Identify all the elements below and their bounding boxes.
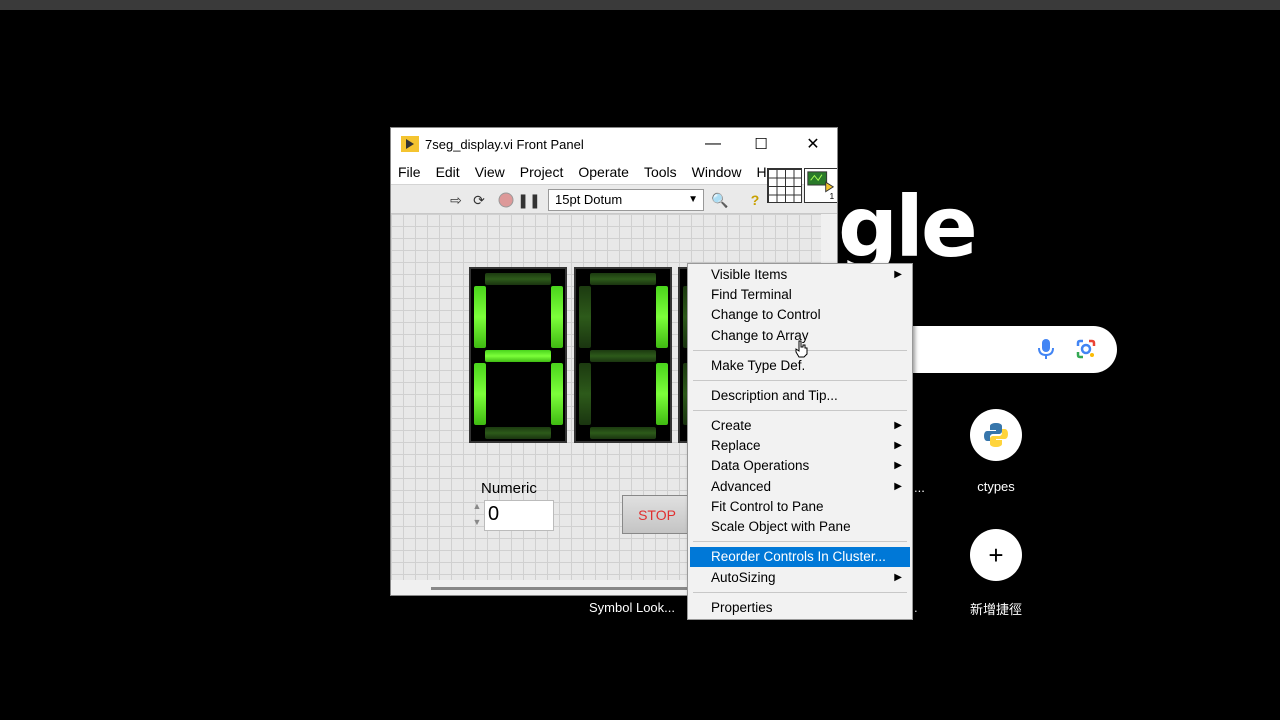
menu-item-scale-object-with-pane[interactable]: Scale Object with Pane [690, 517, 910, 537]
segment-b [551, 286, 563, 348]
menu-item-reorder-controls-in-cluster[interactable]: Reorder Controls In Cluster... [690, 547, 910, 567]
menu-item-autosizing[interactable]: AutoSizing ▶ [690, 568, 910, 588]
svg-text:1: 1 [829, 191, 834, 201]
minimize-button[interactable]: — [689, 128, 737, 160]
segment-a [590, 273, 656, 285]
run-continuously-icon[interactable]: ⟳ [470, 191, 488, 209]
search-icon[interactable]: 🔍 [711, 191, 729, 209]
close-button[interactable]: ✕ [789, 128, 837, 160]
google-lens-icon[interactable] [1075, 338, 1097, 360]
run-arrow-icon[interactable]: ⇨ [447, 191, 465, 209]
segment-e [474, 363, 486, 425]
menu-project[interactable]: Project [520, 164, 564, 180]
window-title: 7seg_display.vi Front Panel [425, 136, 584, 152]
numeric-spinner[interactable]: ▲ ▼ [471, 498, 483, 534]
submenu-arrow-icon: ▶ [894, 420, 902, 431]
menu-item-properties[interactable]: Properties [690, 598, 910, 618]
stop-button[interactable]: STOP [622, 495, 692, 534]
font-select-value: 15pt Dotum [555, 192, 623, 207]
shortcut-label: 新增捷徑 [969, 602, 1022, 617]
hand-cursor-icon [795, 340, 808, 358]
font-select[interactable]: 15pt Dotum ▼ [548, 189, 704, 211]
submenu-arrow-icon: ▶ [894, 440, 902, 451]
connector-pane-icon[interactable] [767, 168, 802, 203]
menu-item-fit-control-to-pane[interactable]: Fit Control to Pane [690, 497, 910, 517]
menu-item-description-and-tip[interactable]: Description and Tip... [690, 386, 910, 406]
seven-segment-digit[interactable] [574, 267, 672, 443]
pause-icon[interactable]: ❚❚ [517, 191, 540, 209]
menu-edit[interactable]: Edit [436, 164, 460, 180]
segment-b [656, 286, 668, 348]
menu-item-visible-items[interactable]: Visible Items ▶ [690, 265, 910, 285]
context-menu: Visible Items ▶ Find Terminal Change to C… [687, 263, 913, 620]
menu-operate[interactable]: Operate [578, 164, 629, 180]
menu-item-change-to-control[interactable]: Change to Control [690, 305, 910, 325]
segment-d [590, 427, 656, 439]
menu-help[interactable]: H [756, 164, 766, 180]
seven-segment-digit[interactable] [469, 267, 567, 443]
menu-tools[interactable]: Tools [644, 164, 677, 180]
shortcut-ctypes[interactable]: ctypes [941, 409, 1051, 494]
segment-c [551, 363, 563, 425]
submenu-arrow-icon: ▶ [894, 572, 902, 583]
submenu-arrow-icon: ▶ [894, 269, 902, 280]
chevron-down-icon: ▼ [688, 194, 698, 205]
menu-item-make-type-def[interactable]: Make Type Def. [690, 356, 910, 376]
menu-separator [693, 410, 907, 411]
menu-window[interactable]: Window [692, 164, 742, 180]
menu-item-replace[interactable]: Replace ▶ [690, 436, 910, 456]
segment-f [474, 286, 486, 348]
menu-item-advanced[interactable]: Advanced ▶ [690, 477, 910, 497]
menu-view[interactable]: View [475, 164, 505, 180]
labview-app-icon [401, 136, 419, 152]
menu-item-find-terminal[interactable]: Find Terminal [690, 285, 910, 305]
numeric-label: Numeric [481, 480, 537, 497]
help-icon[interactable]: ? [746, 191, 764, 209]
segment-e [579, 363, 591, 425]
segment-a [485, 273, 551, 285]
submenu-arrow-icon: ▶ [894, 481, 902, 492]
menu-separator [693, 541, 907, 542]
shortcut-label: ctypes [977, 479, 1015, 494]
menu-separator [693, 592, 907, 593]
menu-item-create[interactable]: Create ▶ [690, 416, 910, 436]
vi-icon[interactable]: 1 [804, 168, 838, 203]
python-icon [970, 409, 1022, 461]
segment-f [579, 286, 591, 348]
menu-separator [693, 380, 907, 381]
numeric-input[interactable]: 0 [484, 500, 554, 531]
window-titlebar[interactable]: 7seg_display.vi Front Panel — ☐ ✕ [391, 128, 837, 160]
plus-icon: + [970, 529, 1022, 581]
menu-item-data-operations[interactable]: Data Operations ▶ [690, 456, 910, 476]
mic-icon[interactable] [1036, 338, 1056, 360]
browser-top-bar [0, 0, 1280, 10]
maximize-button[interactable]: ☐ [737, 128, 785, 160]
menu-file[interactable]: File [398, 164, 421, 180]
shortcut-add[interactable]: + 新增捷徑 [941, 529, 1051, 618]
submenu-arrow-icon: ▶ [894, 460, 902, 471]
abort-icon[interactable] [497, 191, 515, 209]
scrollbar-thumb[interactable] [431, 587, 691, 590]
segment-c [656, 363, 668, 425]
shortcut-label-partial: . [914, 600, 918, 615]
google-logo: gle [838, 178, 978, 276]
shortcut-label-partial: ... [914, 480, 925, 495]
segment-d [485, 427, 551, 439]
segment-g [590, 350, 656, 362]
segment-g [485, 350, 551, 362]
shortcut-symbol-lookup-label[interactable]: Symbol Look... [589, 600, 675, 615]
